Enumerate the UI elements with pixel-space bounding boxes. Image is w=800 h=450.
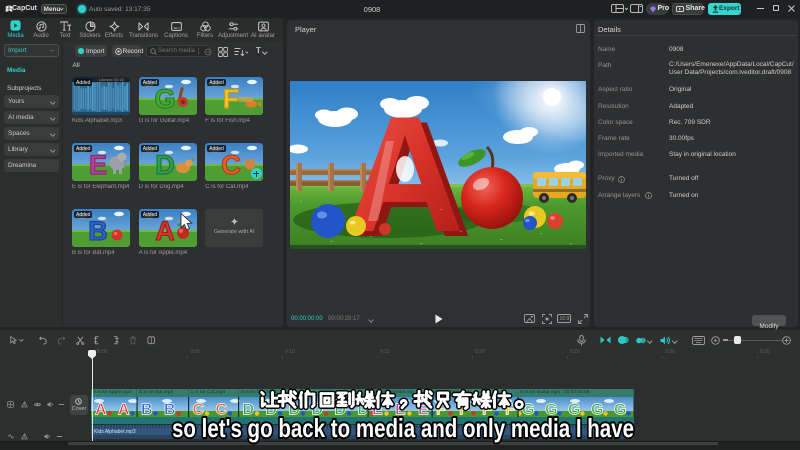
svg-text:so let's go back to media and: so let's go back to media and only media… [172, 413, 634, 443]
